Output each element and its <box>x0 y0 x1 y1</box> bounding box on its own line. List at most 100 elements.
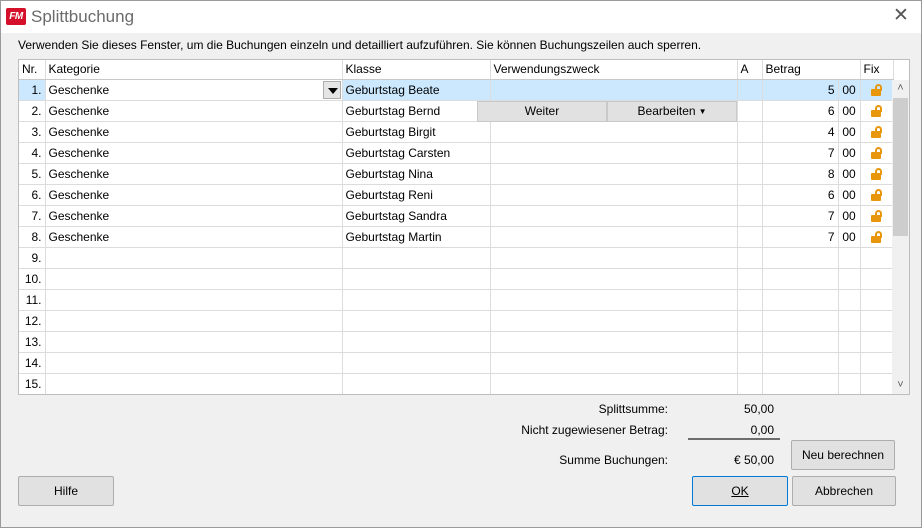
fix-cell[interactable] <box>860 184 894 206</box>
fix-cell[interactable] <box>860 205 894 227</box>
kategorie-cell[interactable] <box>45 310 343 332</box>
column-header-nr[interactable]: Nr. <box>19 60 46 80</box>
unlocked-padlock-icon[interactable] <box>870 126 883 139</box>
cents-cell[interactable] <box>838 352 861 374</box>
cents-cell[interactable] <box>838 310 861 332</box>
table-row[interactable]: 1. Geschenke Geburtstag Beate 5 00 <box>19 79 894 101</box>
verwendungszweck-cell[interactable] <box>490 373 738 394</box>
verwendungszweck-cell[interactable] <box>490 205 738 227</box>
a-cell[interactable] <box>737 268 763 290</box>
column-header-a[interactable]: A <box>737 60 763 80</box>
fix-cell[interactable] <box>860 226 894 248</box>
a-cell[interactable] <box>737 163 763 185</box>
kategorie-cell[interactable]: Geschenke <box>45 184 343 206</box>
fix-cell[interactable] <box>860 142 894 164</box>
kategorie-cell[interactable] <box>45 352 343 374</box>
betrag-cell[interactable] <box>762 247 839 269</box>
fix-cell[interactable] <box>860 352 894 374</box>
kategorie-cell[interactable]: Geschenke <box>45 163 343 185</box>
hilfe-button[interactable]: Hilfe <box>18 476 114 506</box>
table-row[interactable]: 10. <box>19 268 894 290</box>
betrag-cell[interactable]: 4 <box>762 121 839 143</box>
table-row[interactable]: 2. Geschenke Geburtstag Bernd 6 00 <box>19 100 894 122</box>
column-header-kategorie[interactable]: Kategorie <box>45 60 343 80</box>
kategorie-cell[interactable]: Geschenke <box>45 205 343 227</box>
column-header-fix[interactable]: Fix <box>860 60 894 80</box>
column-header-betrag[interactable]: Betrag <box>762 60 861 80</box>
betrag-cell[interactable] <box>762 268 839 290</box>
cents-cell[interactable]: 00 <box>838 163 861 185</box>
fix-cell[interactable] <box>860 268 894 290</box>
abbrechen-button[interactable]: Abbrechen <box>792 476 896 506</box>
cents-cell[interactable] <box>838 289 861 311</box>
fix-cell[interactable] <box>860 310 894 332</box>
verwendungszweck-cell[interactable] <box>490 331 738 353</box>
a-cell[interactable] <box>737 247 763 269</box>
betrag-cell[interactable]: 7 <box>762 226 839 248</box>
kategorie-cell[interactable]: Geschenke <box>45 100 343 122</box>
table-row[interactable]: 9. <box>19 247 894 269</box>
betrag-cell[interactable]: 7 <box>762 142 839 164</box>
betrag-cell[interactable] <box>762 310 839 332</box>
unlocked-padlock-icon[interactable] <box>870 210 883 223</box>
a-cell[interactable] <box>737 121 763 143</box>
a-cell[interactable] <box>737 100 763 122</box>
kategorie-cell[interactable] <box>45 247 343 269</box>
ok-button[interactable]: OK <box>692 476 788 506</box>
a-cell[interactable] <box>737 184 763 206</box>
verwendungszweck-cell[interactable] <box>490 79 738 101</box>
klasse-cell[interactable] <box>342 352 491 374</box>
kategorie-cell[interactable]: Geschenke <box>45 121 343 143</box>
cents-cell[interactable]: 00 <box>838 226 861 248</box>
table-row[interactable]: 13. <box>19 331 894 353</box>
a-cell[interactable] <box>737 79 763 101</box>
neu-berechnen-button[interactable]: Neu berechnen <box>791 440 895 470</box>
a-cell[interactable] <box>737 205 763 227</box>
verwendungszweck-cell[interactable] <box>490 184 738 206</box>
column-header-klasse[interactable]: Klasse <box>342 60 491 80</box>
klasse-cell[interactable] <box>342 268 491 290</box>
klasse-cell[interactable]: Geburtstag Nina <box>342 163 491 185</box>
klasse-cell[interactable]: Geburtstag Beate <box>342 79 491 101</box>
kategorie-cell[interactable] <box>45 331 343 353</box>
verwendungszweck-cell[interactable] <box>490 310 738 332</box>
a-cell[interactable] <box>737 310 763 332</box>
fix-cell[interactable] <box>860 247 894 269</box>
kategorie-cell[interactable] <box>45 373 343 394</box>
a-cell[interactable] <box>737 373 763 394</box>
verwendungszweck-cell[interactable] <box>490 142 738 164</box>
weiter-button[interactable]: Weiter <box>477 101 607 122</box>
cents-cell[interactable]: 00 <box>838 205 861 227</box>
table-row[interactable]: 6. Geschenke Geburtstag Reni 6 00 <box>19 184 894 206</box>
cents-cell[interactable]: 00 <box>838 79 861 101</box>
close-icon[interactable]: ✕ <box>889 5 913 29</box>
table-row[interactable]: 8. Geschenke Geburtstag Martin 7 00 <box>19 226 894 248</box>
betrag-cell[interactable] <box>762 331 839 353</box>
fix-cell[interactable] <box>860 163 894 185</box>
a-cell[interactable] <box>737 226 763 248</box>
betrag-cell[interactable]: 7 <box>762 205 839 227</box>
klasse-cell[interactable]: Geburtstag Bernd <box>342 100 491 122</box>
kategorie-cell[interactable] <box>45 268 343 290</box>
betrag-cell[interactable] <box>762 373 839 394</box>
betrag-cell[interactable] <box>762 289 839 311</box>
klasse-cell[interactable] <box>342 247 491 269</box>
cents-cell[interactable]: 00 <box>838 100 861 122</box>
klasse-cell[interactable]: Geburtstag Martin <box>342 226 491 248</box>
unlocked-padlock-icon[interactable] <box>870 105 883 118</box>
table-row[interactable]: 12. <box>19 310 894 332</box>
verwendungszweck-cell[interactable] <box>490 163 738 185</box>
scroll-thumb[interactable] <box>893 98 908 236</box>
chevron-down-icon[interactable] <box>322 80 341 99</box>
betrag-cell[interactable]: 6 <box>762 100 839 122</box>
chevron-down-icon[interactable]: ˅ <box>892 377 909 394</box>
unlocked-padlock-icon[interactable] <box>870 84 883 97</box>
a-cell[interactable] <box>737 289 763 311</box>
kategorie-cell[interactable]: Geschenke <box>45 79 343 101</box>
a-cell[interactable] <box>737 352 763 374</box>
cents-cell[interactable] <box>838 268 861 290</box>
klasse-cell[interactable] <box>342 373 491 394</box>
verwendungszweck-cell[interactable] <box>490 121 738 143</box>
betrag-cell[interactable]: 5 <box>762 79 839 101</box>
klasse-cell[interactable] <box>342 310 491 332</box>
